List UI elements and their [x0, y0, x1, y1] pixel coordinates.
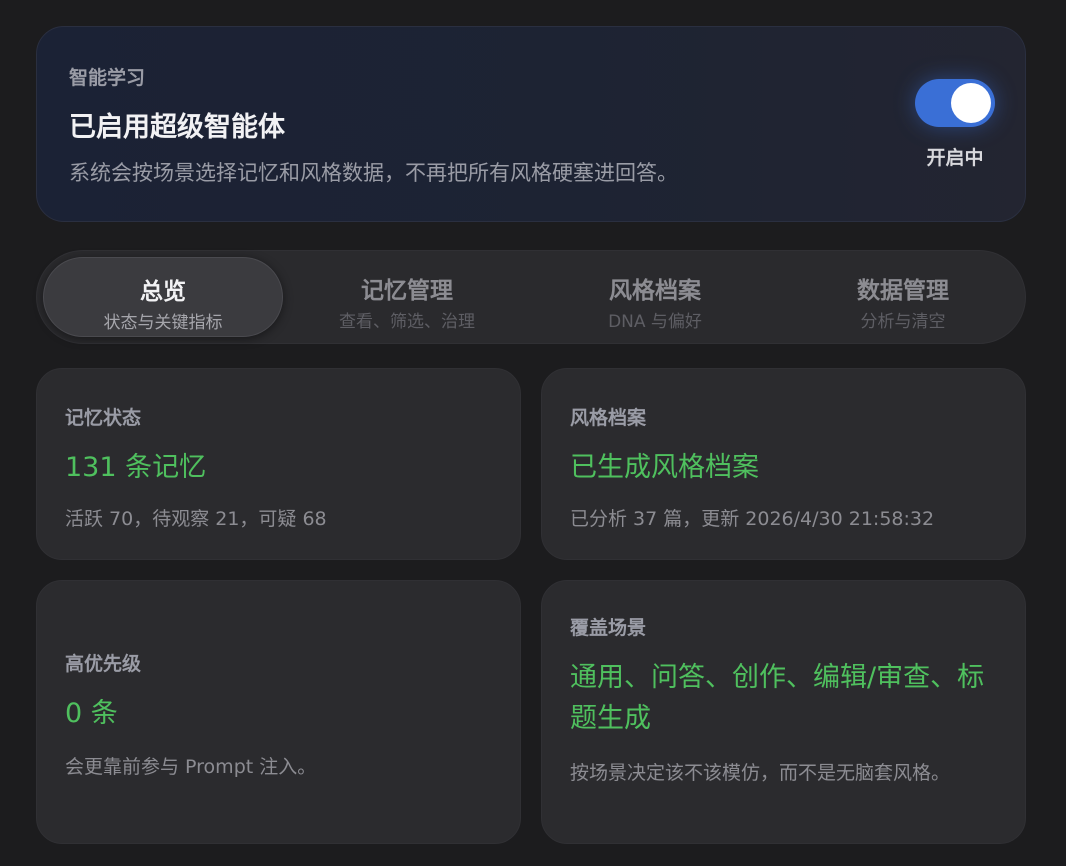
- tab-memory-management[interactable]: 记忆管理 查看、筛选、治理: [287, 257, 527, 337]
- memory-count-value: 131 条记忆: [65, 452, 207, 483]
- toggle-state-label: 开启中: [926, 147, 984, 169]
- toggle-knob: [951, 83, 991, 123]
- high-priority-note: 会更靠前参与 Prompt 注入。: [65, 756, 317, 778]
- high-priority-label: 高优先级: [65, 653, 142, 675]
- memory-status-label: 记忆状态: [65, 407, 142, 429]
- tab-style-profile[interactable]: 风格档案 DNA 与偏好: [535, 257, 775, 337]
- tab-label: 记忆管理: [361, 278, 453, 304]
- super-agent-toggle[interactable]: [915, 79, 995, 127]
- tab-data-management[interactable]: 数据管理 分析与清空: [783, 257, 1023, 337]
- tab-label: 风格档案: [609, 278, 701, 304]
- scene-coverage-value: 通用、问答、创作、编辑/审查、标题生成: [570, 662, 985, 734]
- scene-coverage-card: 覆盖场景 通用、问答、创作、编辑/审查、标题生成 按场景决定该不该模仿，而不是无…: [541, 580, 1026, 844]
- tab-subtitle: 状态与关键指标: [103, 313, 223, 333]
- style-profile-note: 已分析 37 篇，更新 2026/4/30 21:58:32: [570, 508, 935, 530]
- scene-coverage-label: 覆盖场景: [570, 617, 647, 639]
- memory-status-card: 记忆状态 131 条记忆 活跃 70，待观察 21，可疑 68: [36, 368, 521, 560]
- smart-learning-eyebrow: 智能学习: [69, 67, 146, 89]
- scene-coverage-note: 按场景决定该不该模仿，而不是无脑套风格。: [570, 762, 951, 784]
- tab-label: 数据管理: [857, 278, 949, 304]
- tab-subtitle: DNA 与偏好: [608, 312, 702, 332]
- tab-subtitle: 分析与清空: [860, 312, 946, 332]
- memory-breakdown-note: 活跃 70，待观察 21，可疑 68: [65, 508, 327, 530]
- section-tabs: 总览 状态与关键指标 记忆管理 查看、筛选、治理 风格档案 DNA 与偏好 数据…: [36, 250, 1026, 344]
- high-priority-value: 0 条: [65, 698, 118, 729]
- tab-overview[interactable]: 总览 状态与关键指标: [43, 257, 283, 337]
- smart-learning-title: 已启用超级智能体: [69, 112, 285, 143]
- style-profile-label: 风格档案: [570, 407, 647, 429]
- style-profile-value: 已生成风格档案: [570, 452, 759, 483]
- smart-learning-panel: 智能学习 已启用超级智能体 系统会按场景选择记忆和风格数据，不再把所有风格硬塞进…: [36, 26, 1026, 222]
- tab-subtitle: 查看、筛选、治理: [339, 312, 475, 332]
- tab-label: 总览: [140, 279, 186, 305]
- smart-learning-description: 系统会按场景选择记忆和风格数据，不再把所有风格硬塞进回答。: [69, 161, 678, 185]
- style-profile-card: 风格档案 已生成风格档案 已分析 37 篇，更新 2026/4/30 21:58…: [541, 368, 1026, 560]
- high-priority-card: 高优先级 0 条 会更靠前参与 Prompt 注入。: [36, 580, 521, 844]
